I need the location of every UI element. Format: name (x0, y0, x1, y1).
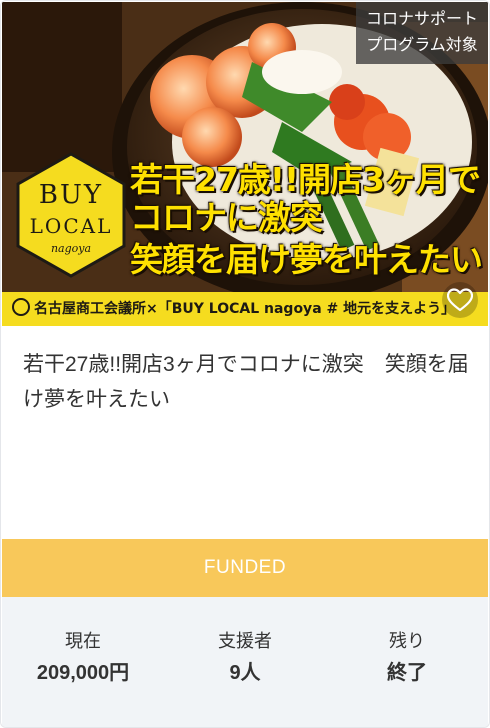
heart-icon (447, 288, 473, 312)
stat-value-supporters: 9人 (229, 662, 261, 684)
buy-local-logo: BUY LOCAL nagoya (12, 150, 130, 280)
favorite-button[interactable] (442, 282, 478, 318)
project-title[interactable]: 若干27歳!!開店3ヶ月でコロナに激突 笑顔を届け夢を叶えたい (23, 347, 469, 417)
logo-word-buy: BUY (38, 180, 104, 210)
stat-supporters: 支援者 9人 (164, 597, 326, 727)
stat-current-amount: 現在 209,000円 (2, 597, 164, 727)
chamber-seal-icon (12, 298, 30, 316)
badge-line-1: コロナサポート (365, 11, 478, 28)
image-banner-strip: 名古屋商工会議所×「BUY LOCAL nagoya # 地元を支えよう」 (2, 292, 488, 326)
stat-label-remaining: 残り (389, 631, 425, 651)
project-card[interactable]: 若干27歳!!開店3ヶ月で コロナに激突 笑顔を届け夢を叶えたい BUY LOC… (0, 0, 490, 728)
promo-headline-line-1: 若干27歳!!開店3ヶ月で (130, 160, 481, 199)
corona-support-badge: コロナサポート プログラム対象 (356, 2, 488, 64)
stat-value-current: 209,000円 (36, 662, 130, 684)
stat-remaining: 残り 終了 (326, 597, 488, 727)
stat-value-remaining: 終了 (387, 662, 427, 684)
badge-line-2: プログラム対象 (366, 37, 478, 54)
stat-label-current: 現在 (65, 631, 101, 651)
stat-label-supporters: 支援者 (218, 631, 272, 651)
logo-word-local: LOCAL (29, 214, 113, 238)
promo-headline-line-2: コロナに激突 (130, 198, 323, 237)
promo-headline-line-3: 笑顔を届け夢を叶えたい (130, 240, 483, 279)
logo-word-nagoya: nagoya (50, 242, 92, 255)
banner-strip-text: 名古屋商工会議所×「BUY LOCAL nagoya # 地元を支えよう」 (34, 301, 456, 317)
project-stats: 現在 209,000円 支援者 9人 残り 終了 (2, 597, 488, 727)
funding-status-bar: FUNDED (2, 539, 488, 597)
project-image[interactable]: 若干27歳!!開店3ヶ月で コロナに激突 笑顔を届け夢を叶えたい BUY LOC… (2, 2, 488, 326)
